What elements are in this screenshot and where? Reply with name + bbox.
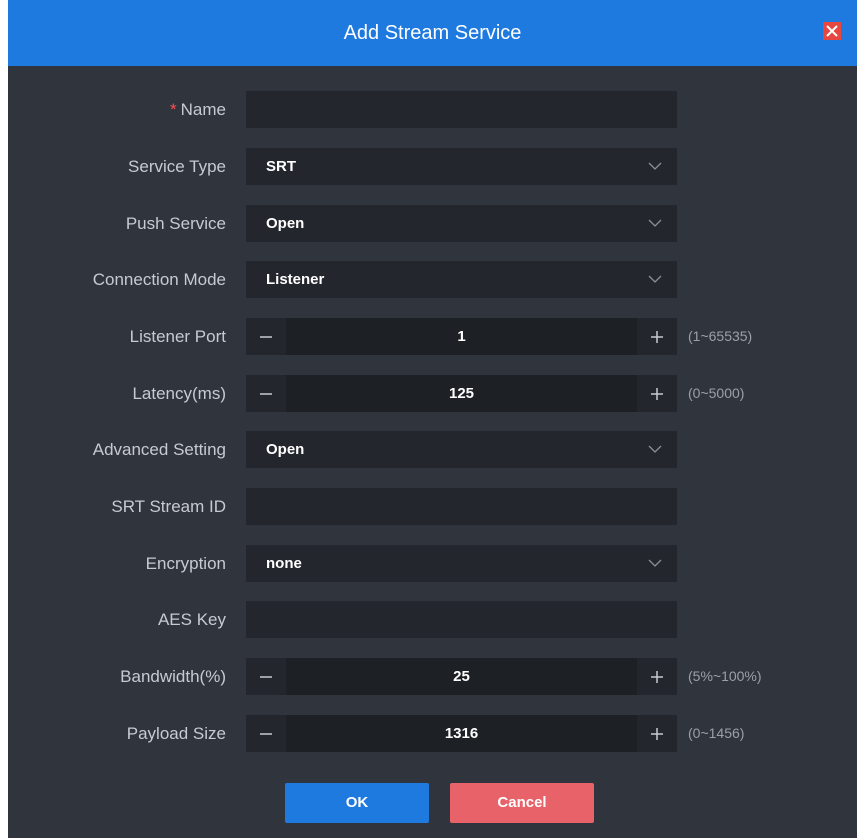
aes-key-input[interactable] — [246, 601, 677, 638]
connection-mode-row: Connection Mode Listener — [8, 261, 857, 298]
chevron-down-icon — [648, 275, 662, 283]
encryption-label: Encryption — [145, 554, 226, 573]
ok-button[interactable]: OK — [285, 783, 429, 823]
listener-port-label: Listener Port — [129, 327, 226, 346]
payload-size-range: (0~1456) — [688, 725, 745, 741]
aes-key-row: AES Key — [8, 601, 857, 638]
srt-stream-id-input[interactable] — [246, 488, 677, 525]
name-row: * Name — [8, 91, 857, 128]
minus-icon — [260, 676, 272, 678]
cancel-button[interactable]: Cancel — [450, 783, 594, 823]
connection-mode-select[interactable]: Listener — [246, 261, 677, 298]
increment-button[interactable] — [637, 375, 677, 412]
plus-icon — [651, 728, 663, 740]
name-input[interactable] — [246, 91, 677, 128]
srt-stream-id-label: SRT Stream ID — [111, 497, 226, 516]
chevron-down-icon — [648, 162, 662, 170]
advanced-setting-value: Open — [266, 441, 305, 458]
advanced-setting-select[interactable]: Open — [246, 431, 677, 468]
dialog-title: Add Stream Service — [343, 22, 522, 44]
minus-icon — [260, 336, 272, 338]
latency-label: Latency(ms) — [132, 384, 226, 403]
service-type-select[interactable]: SRT — [246, 148, 677, 185]
plus-icon — [651, 388, 663, 400]
bandwidth-stepper: 25 — [246, 658, 677, 695]
add-stream-service-dialog: Add Stream Service * Name Service Type SR… — [8, 0, 857, 838]
payload-size-stepper: 1316 — [246, 715, 677, 752]
bandwidth-input[interactable]: 25 — [286, 658, 637, 695]
push-service-label: Push Service — [125, 214, 226, 233]
bandwidth-range: (5%~100%) — [688, 668, 762, 684]
plus-icon — [651, 671, 663, 683]
bandwidth-row: Bandwidth(%) 25 (5%~100%) — [8, 658, 857, 695]
payload-size-input[interactable]: 1316 — [286, 715, 637, 752]
push-service-row: Push Service Open — [8, 205, 857, 242]
service-type-row: Service Type SRT — [8, 148, 857, 185]
encryption-row: Encryption none — [8, 545, 857, 582]
listener-port-row: Listener Port 1 (1~65535) — [8, 318, 857, 355]
plus-icon — [651, 331, 663, 343]
connection-mode-label: Connection Mode — [92, 270, 226, 289]
decrement-button[interactable] — [246, 715, 286, 752]
encryption-select[interactable]: none — [246, 545, 677, 582]
advanced-setting-row: Advanced Setting Open — [8, 431, 857, 468]
service-type-label: Service Type — [128, 157, 226, 176]
increment-button[interactable] — [637, 658, 677, 695]
service-type-value: SRT — [266, 158, 296, 175]
push-service-value: Open — [266, 215, 305, 232]
chevron-down-icon — [648, 219, 662, 227]
latency-input[interactable]: 125 — [286, 375, 637, 412]
connection-mode-value: Listener — [266, 271, 325, 288]
dialog-header: Add Stream Service — [8, 0, 857, 66]
latency-stepper: 125 — [246, 375, 677, 412]
close-icon — [826, 25, 838, 37]
latency-range: (0~5000) — [688, 385, 745, 401]
increment-button[interactable] — [637, 715, 677, 752]
payload-size-row: Payload Size 1316 (0~1456) — [8, 715, 857, 752]
listener-port-stepper: 1 — [246, 318, 677, 355]
aes-key-label: AES Key — [157, 610, 226, 629]
listener-port-range: (1~65535) — [688, 328, 753, 344]
push-service-select[interactable]: Open — [246, 205, 677, 242]
chevron-down-icon — [648, 445, 662, 453]
chevron-down-icon — [648, 559, 662, 567]
decrement-button[interactable] — [246, 375, 286, 412]
listener-port-input[interactable]: 1 — [286, 318, 637, 355]
minus-icon — [260, 393, 272, 395]
decrement-button[interactable] — [246, 318, 286, 355]
minus-icon — [260, 733, 272, 735]
advanced-setting-label: Advanced Setting — [92, 440, 226, 459]
required-mark: * — [170, 100, 177, 119]
name-label: * Name — [170, 100, 226, 119]
decrement-button[interactable] — [246, 658, 286, 695]
encryption-value: none — [266, 555, 302, 572]
srt-stream-id-row: SRT Stream ID — [8, 488, 857, 525]
payload-size-label: Payload Size — [126, 724, 226, 743]
latency-row: Latency(ms) 125 (0~5000) — [8, 375, 857, 412]
close-button[interactable] — [823, 22, 841, 40]
bandwidth-label: Bandwidth(%) — [120, 667, 226, 686]
increment-button[interactable] — [637, 318, 677, 355]
